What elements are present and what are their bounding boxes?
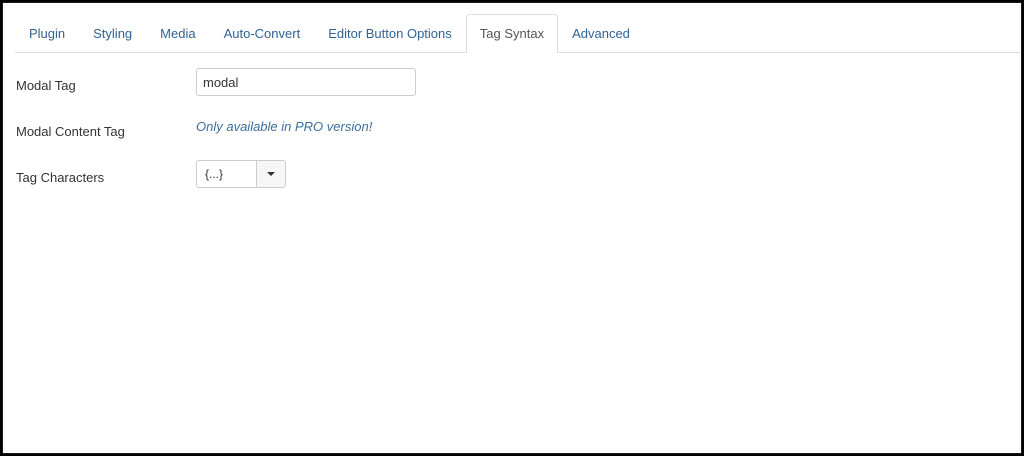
modal-tag-input[interactable]: [196, 68, 416, 96]
tag-characters-row: Tag Characters {...}: [16, 160, 1021, 206]
tab-media[interactable]: Media: [146, 14, 209, 52]
tab-auto-convert[interactable]: Auto-Convert: [210, 14, 315, 52]
modal-tag-row: Modal Tag: [16, 68, 1021, 114]
chevron-down-icon: [267, 172, 275, 176]
dropdown-toggle-button[interactable]: [257, 161, 285, 187]
tab-editor-button-options[interactable]: Editor Button Options: [314, 14, 466, 52]
tag-characters-selected: {...}: [197, 161, 257, 187]
tab-plugin[interactable]: Plugin: [15, 14, 79, 52]
modal-tag-label: Modal Tag: [16, 78, 76, 93]
tab-bar: Plugin Styling Media Auto-Convert Editor…: [15, 14, 1021, 53]
tab-styling[interactable]: Styling: [79, 14, 146, 52]
tag-characters-label: Tag Characters: [16, 170, 105, 185]
modal-content-tag-row: Modal Content Tag Only available in PRO …: [16, 114, 1021, 160]
pro-only-note: Only available in PRO version!: [196, 119, 373, 134]
tag-syntax-form: Modal Tag Modal Content Tag Only availab…: [16, 68, 1021, 206]
tab-tag-syntax[interactable]: Tag Syntax: [465, 14, 559, 53]
settings-panel: Plugin Styling Media Auto-Convert Editor…: [2, 2, 1022, 454]
tag-characters-select[interactable]: {...}: [196, 160, 286, 188]
tab-advanced[interactable]: Advanced: [558, 14, 644, 52]
modal-content-tag-label: Modal Content Tag: [16, 124, 125, 139]
